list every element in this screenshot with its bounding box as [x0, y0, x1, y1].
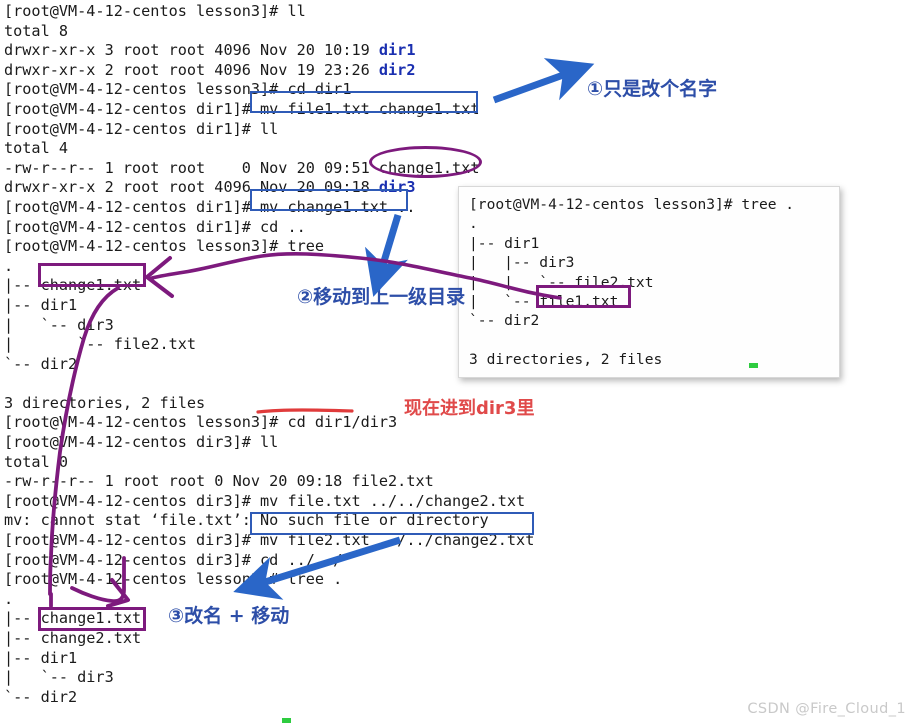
highlight-ellipse-change1: [369, 146, 482, 178]
inset-line: `-- dir2: [469, 312, 540, 330]
terminal-line: drwxr-xr-x 2 root root 4096 Nov 19 23:26…: [0, 61, 914, 81]
inset-top-padding: [459, 187, 839, 195]
inset-line: | |-- dir3: [469, 254, 575, 272]
terminal-line: total 0: [4, 452, 69, 471]
annotation-note-3: 现在进到dir3里: [404, 398, 535, 419]
inset-line: .: [469, 215, 478, 233]
terminal-line: [root@VM-4-12-centos lesson3]# cd dir1: [4, 80, 352, 99]
inset-line-blank: [459, 331, 839, 350]
terminal-line: mv: cannot stat ‘file.txt’: No such file…: [4, 511, 489, 530]
inset-line: |-- dir1: [469, 234, 540, 252]
inset-line: 3 directories, 2 files: [469, 351, 663, 369]
terminal-line: [root@VM-4-12-centos dir1]# mv file1.txt…: [4, 99, 480, 118]
annotation-note-1: ①只是改个名字: [587, 78, 718, 100]
dir-name-dir1: dir1: [378, 41, 416, 60]
terminal-line: total 8: [4, 21, 69, 40]
inset-terminal-panel: [root@VM-4-12-centos lesson3]# tree . . …: [458, 186, 840, 378]
terminal-line: .: [4, 589, 14, 608]
terminal-cursor: [282, 718, 291, 723]
inset-line: [root@VM-4-12-centos lesson3]# tree .: [469, 196, 795, 213]
terminal-line: [root@VM-4-12-centos dir3]# mv file.txt …: [4, 491, 526, 510]
inset-line: | | `-- file2.txt: [469, 273, 654, 291]
annotation-note-4: ③改名 + 移动: [168, 605, 290, 627]
screenshot-root: [root@VM-4-12-centos lesson3]# ll total …: [0, 0, 914, 725]
terminal-line: | `-- dir3: [4, 668, 114, 687]
terminal-line: |-- change1.txt: [4, 609, 142, 628]
annotation-note-2: ②移动到上一级目录: [297, 286, 466, 308]
terminal-line-text: drwxr-xr-x 2 root root 4096 Nov 19 23:26: [4, 60, 379, 79]
inset-terminal-cursor: [749, 363, 758, 368]
inset-line: | `-- file1.txt: [469, 292, 619, 310]
watermark: CSDN @Fire_Cloud_1: [747, 701, 906, 717]
terminal-line: drwxr-xr-x 3 root root 4096 Nov 20 10:19…: [0, 41, 914, 61]
terminal-line: [root@VM-4-12-centos lesson3]# ll: [4, 2, 306, 20]
terminal-line: [root@VM-4-12-centos dir1]# ll: [4, 119, 279, 138]
terminal-line: [root@VM-4-12-centos dir3]# cd ../../: [4, 550, 343, 569]
dir-name-dir2: dir2: [378, 60, 416, 79]
terminal-line: -rw-r--r-- 1 root root 0 Nov 20 09:18 fi…: [4, 472, 434, 491]
terminal-line-text: drwxr-xr-x 3 root root 4096 Nov 20 10:19: [4, 41, 379, 60]
dir-name-dir3: dir3: [378, 178, 416, 197]
terminal-line: |-- change2.txt: [4, 629, 142, 647]
terminal-line: [root@VM-4-12-centos dir3]# ll: [4, 433, 279, 452]
terminal-line: |-- dir1: [4, 648, 78, 667]
terminal-line-text: drwxr-xr-x 2 root root 4096 Nov 20 09:18: [4, 178, 379, 197]
terminal-line: [root@VM-4-12-centos dir3]# mv file2.txt…: [4, 531, 535, 550]
terminal-line: [root@VM-4-12-centos lesson3]# tree .: [4, 570, 343, 589]
